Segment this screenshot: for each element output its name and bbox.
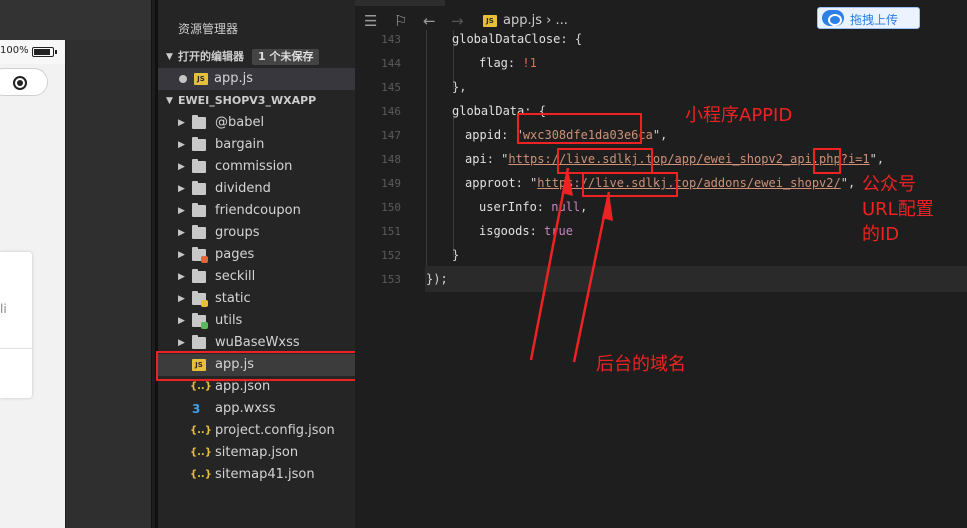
tree-file[interactable]: 3 app.wxss bbox=[158, 398, 355, 420]
folder-icon bbox=[192, 313, 208, 329]
chevron-right-icon: ▶ bbox=[178, 272, 185, 282]
tree-folder[interactable]: ▶ dividend bbox=[158, 178, 355, 200]
folder-icon bbox=[192, 291, 208, 307]
tree-folder[interactable]: ▶ pages bbox=[158, 244, 355, 266]
simulator-panel: 100% li bbox=[0, 0, 152, 528]
js-file-icon: JS bbox=[194, 73, 208, 85]
chevron-down-icon: ▼ bbox=[166, 96, 173, 106]
tree-item-name: seckill bbox=[215, 269, 256, 284]
folder-icon bbox=[192, 181, 206, 195]
json-file-icon: {..} bbox=[190, 425, 212, 436]
tree-item-name: pages bbox=[215, 247, 255, 262]
tree-folder[interactable]: ▶ utils bbox=[158, 310, 355, 332]
chevron-right-icon: ▶ bbox=[178, 118, 185, 128]
folder-icon bbox=[192, 137, 206, 151]
phone-status-bar: 100% bbox=[0, 40, 65, 64]
explorer-title: 资源管理器 bbox=[178, 22, 239, 36]
chevron-right-icon: ▶ bbox=[178, 294, 185, 304]
tree-folder[interactable]: ▶ @babel bbox=[158, 112, 355, 134]
chevron-right-icon: ▶ bbox=[178, 184, 185, 194]
chevron-right-icon: ▶ bbox=[178, 250, 185, 260]
tree-item-name: project.config.json bbox=[215, 423, 335, 438]
project-header[interactable]: ▼ EWEI_SHOPV3_WXAPP bbox=[158, 90, 355, 112]
arrow-to-api-domain bbox=[529, 167, 570, 361]
open-editors-header[interactable]: ▼ 打开的编辑器 1 个未保存 bbox=[158, 46, 355, 68]
open-editor-item[interactable]: JS app.js bbox=[158, 68, 355, 90]
simulator-toolbar bbox=[0, 0, 151, 40]
chevron-right-icon: ▶ bbox=[178, 140, 185, 150]
tree-item-name: sitemap41.json bbox=[215, 467, 315, 482]
battery-percent: 100% bbox=[0, 45, 29, 56]
chevron-right-icon: ▶ bbox=[178, 316, 185, 326]
annotation-arrows bbox=[529, 167, 613, 363]
tree-item-name: app.wxss bbox=[215, 401, 276, 416]
phone-screen[interactable]: 100% li bbox=[0, 40, 65, 528]
tree-item-name: dividend bbox=[215, 181, 271, 196]
folder-icon bbox=[192, 115, 206, 129]
unsaved-dot-icon bbox=[179, 75, 187, 83]
dialog-text-fragment: li bbox=[0, 302, 7, 316]
css-file-icon: 3 bbox=[192, 402, 201, 416]
editor-panel: ☰ ⚐ ← → JS app.js › ... 拖拽上传 143 globalD… bbox=[355, 0, 967, 528]
simulator-divider bbox=[65, 40, 66, 528]
tree-item-name: groups bbox=[215, 225, 260, 240]
capsule-menu[interactable] bbox=[0, 68, 48, 96]
json-file-icon: {..} bbox=[190, 447, 212, 458]
json-file-icon: {..} bbox=[190, 381, 212, 392]
chevron-right-icon: ▶ bbox=[178, 162, 185, 172]
folder-icon bbox=[192, 269, 206, 283]
tree-item-name: utils bbox=[215, 313, 243, 328]
tree-item-name: sitemap.json bbox=[215, 445, 299, 460]
tree-item-name: commission bbox=[215, 159, 293, 174]
tree-file[interactable]: {..} sitemap.json bbox=[158, 442, 355, 464]
tree-folder[interactable]: ▶ static bbox=[158, 288, 355, 310]
tree-folder[interactable]: ▶ seckill bbox=[158, 266, 355, 288]
folder-icon bbox=[192, 225, 206, 239]
folder-icon bbox=[192, 159, 206, 173]
json-file-icon: {..} bbox=[190, 469, 212, 480]
chevron-right-icon: ▶ bbox=[178, 206, 185, 216]
chevron-down-icon: ▼ bbox=[166, 52, 173, 62]
project-label: EWEI_SHOPV3_WXAPP bbox=[178, 94, 317, 107]
chevron-right-icon: ▶ bbox=[178, 228, 185, 238]
battery-icon bbox=[32, 47, 57, 57]
tree-item-name: static bbox=[215, 291, 251, 306]
arrowhead-api-domain bbox=[562, 168, 573, 196]
dialog-divider bbox=[0, 348, 32, 349]
annotation-box-app-js bbox=[156, 351, 362, 381]
tree-file[interactable]: {..} sitemap41.json bbox=[158, 464, 355, 486]
folder-icon bbox=[192, 247, 208, 263]
tree-file[interactable]: {..} project.config.json bbox=[158, 420, 355, 442]
tree-item-name: friendcoupon bbox=[215, 203, 301, 218]
open-editors-label: 打开的编辑器 bbox=[178, 50, 244, 63]
tree-item-name: @babel bbox=[215, 115, 265, 130]
tree-folder[interactable]: ▶ bargain bbox=[158, 134, 355, 156]
explorer-panel: 资源管理器 ▼ 打开的编辑器 1 个未保存 JS app.js ▼ EWEI_S… bbox=[155, 0, 355, 528]
folder-icon bbox=[192, 335, 206, 349]
tree-folder[interactable]: ▶ commission bbox=[158, 156, 355, 178]
unsaved-badge: 1 个未保存 bbox=[252, 49, 320, 65]
close-circle-icon[interactable] bbox=[13, 76, 27, 90]
modal-dialog: li bbox=[0, 252, 32, 398]
tree-folder[interactable]: ▶ groups bbox=[158, 222, 355, 244]
folder-icon bbox=[192, 203, 206, 217]
tree-folder[interactable]: ▶ friendcoupon bbox=[158, 200, 355, 222]
tree-item-name: bargain bbox=[215, 137, 265, 152]
open-editor-name: app.js bbox=[214, 71, 253, 86]
